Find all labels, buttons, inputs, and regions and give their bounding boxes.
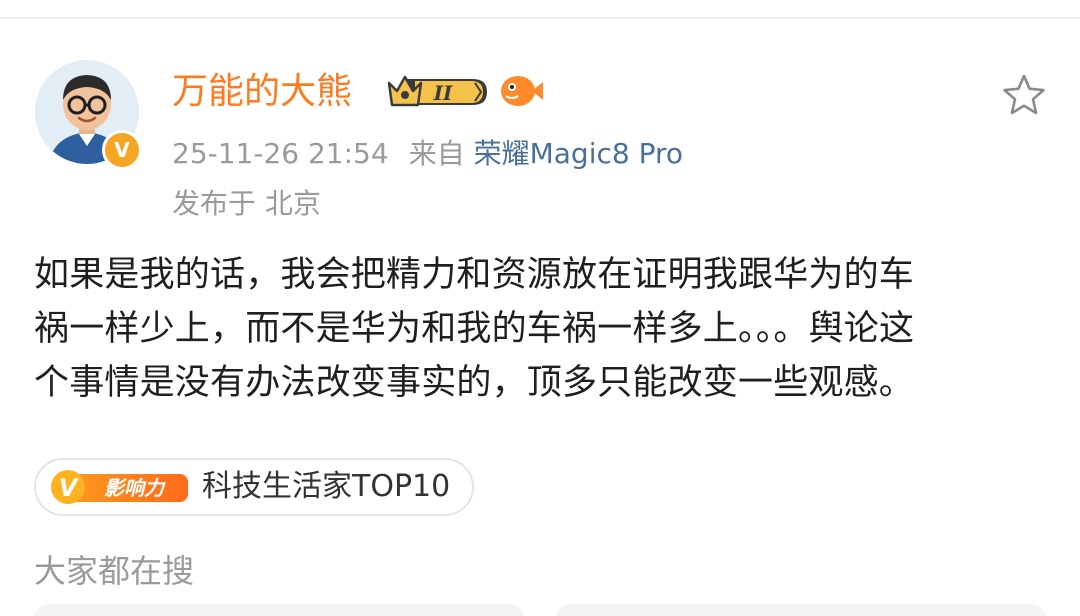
trending-search-card[interactable] bbox=[34, 604, 524, 616]
author-name[interactable]: 万能的大熊 bbox=[172, 66, 352, 118]
crown-rank-icon[interactable]: II bbox=[385, 71, 491, 113]
top-divider bbox=[0, 17, 1080, 19]
device-link[interactable]: 荣耀Magic8 Pro bbox=[474, 137, 683, 170]
source-prefix: 来自 bbox=[408, 137, 465, 170]
influence-label: 科技生活家TOP10 bbox=[202, 469, 451, 504]
trending-search-heading: 大家都在搜 bbox=[34, 552, 195, 590]
post-meta: 25-11-26 21:54 来自 荣耀Magic8 Pro bbox=[172, 132, 683, 176]
influence-letter: V bbox=[59, 474, 80, 502]
rank-level: II bbox=[433, 81, 453, 105]
post-time: 25-11-26 21:54 bbox=[172, 137, 389, 170]
influence-logo-text: 影响力 bbox=[104, 476, 166, 500]
influence-tag[interactable]: V 影响力 科技生活家TOP10 bbox=[34, 458, 474, 516]
post-location: 发布于 北京 bbox=[172, 187, 321, 220]
post-content: 如果是我的话，我会把精力和资源放在证明我跟华为的车 祸一样少上，而不是华为和我的… bbox=[34, 255, 915, 403]
verified-mark: V bbox=[114, 138, 130, 162]
trending-search-card[interactable] bbox=[556, 604, 1046, 616]
verified-v-icon: V bbox=[102, 130, 142, 170]
star-outline-icon[interactable] bbox=[1000, 71, 1048, 119]
weibo-post-view: V 万能的大熊 II 25-11-26 21:54 来自 荣耀Magic8 Pr… bbox=[0, 0, 1080, 616]
fish-badge-icon[interactable] bbox=[498, 70, 544, 112]
influence-logo: V 影响力 bbox=[50, 468, 188, 506]
